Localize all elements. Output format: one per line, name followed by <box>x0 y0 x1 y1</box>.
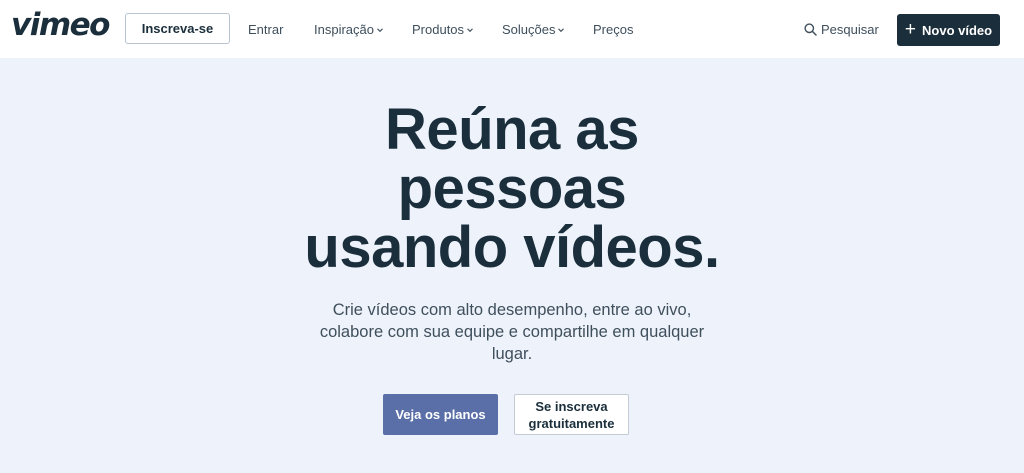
new-video-label: Novo vídeo <box>922 22 993 38</box>
nav-login-label: Entrar <box>248 22 284 37</box>
nav-inspiration-label: Inspiração <box>314 22 374 37</box>
search-icon <box>804 23 817 36</box>
chevron-down-icon <box>558 28 565 33</box>
nav-login-link[interactable]: Entrar <box>248 22 283 38</box>
nav-solutions-menu[interactable]: Soluções <box>502 22 565 38</box>
nav-products-label: Produtos <box>412 22 465 37</box>
hero-title-line-3: usando vídeos. <box>304 215 720 280</box>
hero-subtitle: Crie vídeos com alto desempenho, entre a… <box>319 301 705 363</box>
hero-title-line-1: Reúna as <box>385 97 639 162</box>
nav-pricing-label: Preços <box>593 22 634 37</box>
search-button[interactable]: Pesquisar <box>804 22 879 37</box>
chevron-down-icon <box>467 28 473 33</box>
nav-inspiration-menu[interactable]: Inspiração <box>314 22 384 38</box>
nav-pricing-link[interactable]: Preços <box>593 22 633 38</box>
search-label: Pesquisar <box>821 22 879 37</box>
free-signup-label: Se inscreva gratuitamente <box>528 398 615 431</box>
hero-title: Reúna as pessoas usando vídeos. <box>0 100 1024 277</box>
hero-title-line-2: pessoas <box>397 156 627 221</box>
top-navigation-bar: vimeo Inscreva-se Entrar Inspiração Prod… <box>0 0 1024 58</box>
plus-icon: + <box>904 19 917 40</box>
nav-products-menu[interactable]: Produtos <box>412 22 474 38</box>
free-signup-button[interactable]: Se inscreva gratuitamente <box>514 394 629 435</box>
signup-button[interactable]: Inscreva-se <box>125 13 230 44</box>
chevron-down-icon <box>377 28 383 33</box>
view-plans-button[interactable]: Veja os planos <box>383 394 498 435</box>
nav-solutions-label: Soluções <box>502 22 556 37</box>
new-video-button[interactable]: + Novo vídeo <box>897 14 1000 46</box>
vimeo-logo[interactable]: vimeo <box>11 8 110 42</box>
